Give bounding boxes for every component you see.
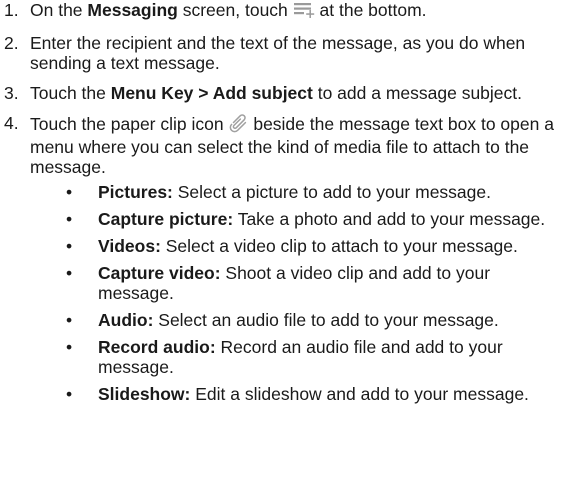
instruction-document: 1. On the Messaging screen, touch at the…: [0, 0, 584, 404]
bullet-dot: •: [66, 337, 73, 357]
item-label: Slideshow:: [98, 384, 191, 404]
list-item: • Capture picture: Take a photo and add t…: [30, 209, 576, 229]
item-label: Videos:: [98, 236, 161, 256]
step-4: 4. Touch the paper clip icon beside the …: [0, 113, 584, 404]
bullet-dot: •: [66, 209, 73, 229]
item-text: Select an audio file to add to your mess…: [153, 310, 499, 330]
list-item: • Slideshow: Edit a slideshow and add to …: [30, 384, 576, 404]
messaging-label: Messaging: [87, 0, 178, 20]
step-number: 2.: [4, 33, 19, 53]
list-item: • Videos: Select a video clip to attach t…: [30, 236, 576, 256]
item-label: Audio:: [98, 310, 154, 330]
compose-message-icon: [293, 1, 315, 23]
step-text: Enter the recipient and the text of the …: [30, 33, 526, 73]
item-text: Take a photo and add to your message.: [233, 209, 546, 229]
step-2: 2. Enter the recipient and the text of t…: [0, 33, 584, 73]
step-text: On the Messaging screen, touch at the bo…: [30, 0, 427, 20]
list-item: • Audio: Select an audio file to add to y…: [30, 310, 576, 330]
item-text: Select a picture to add to your message.: [172, 182, 491, 202]
menu-key-add-subject-label: Menu Key > Add subject: [110, 83, 313, 103]
step-number: 4.: [4, 113, 19, 133]
media-type-list: • Pictures: Select a picture to add to yo…: [30, 182, 576, 404]
step-1: 1. On the Messaging screen, touch at the…: [0, 0, 584, 23]
item-label: Capture video:: [98, 263, 221, 283]
item-label: Record audio:: [98, 337, 216, 357]
bullet-dot: •: [66, 182, 73, 202]
step-text: Touch the paper clip icon beside the mes…: [30, 114, 554, 177]
item-label: Pictures:: [98, 182, 173, 202]
step-number: 3.: [4, 83, 19, 103]
step-3: 3. Touch the Menu Key > Add subject to a…: [0, 83, 584, 103]
bullet-dot: •: [66, 310, 73, 330]
list-item: • Pictures: Select a picture to add to yo…: [30, 182, 576, 202]
bullet-dot: •: [66, 263, 73, 283]
item-label: Capture picture:: [98, 209, 234, 229]
bullet-dot: •: [66, 236, 73, 256]
item-text: Select a video clip to attach to your me…: [160, 236, 518, 256]
step-text: Touch the Menu Key > Add subject to add …: [30, 83, 523, 103]
item-text: Edit a slideshow and add to your message…: [190, 384, 529, 404]
list-item: • Capture video: Shoot a video clip and a…: [30, 263, 576, 303]
bullet-dot: •: [66, 384, 73, 404]
list-item: • Record audio: Record an audio file and …: [30, 337, 576, 377]
step-number: 1.: [4, 0, 19, 20]
paperclip-icon: [228, 113, 248, 137]
